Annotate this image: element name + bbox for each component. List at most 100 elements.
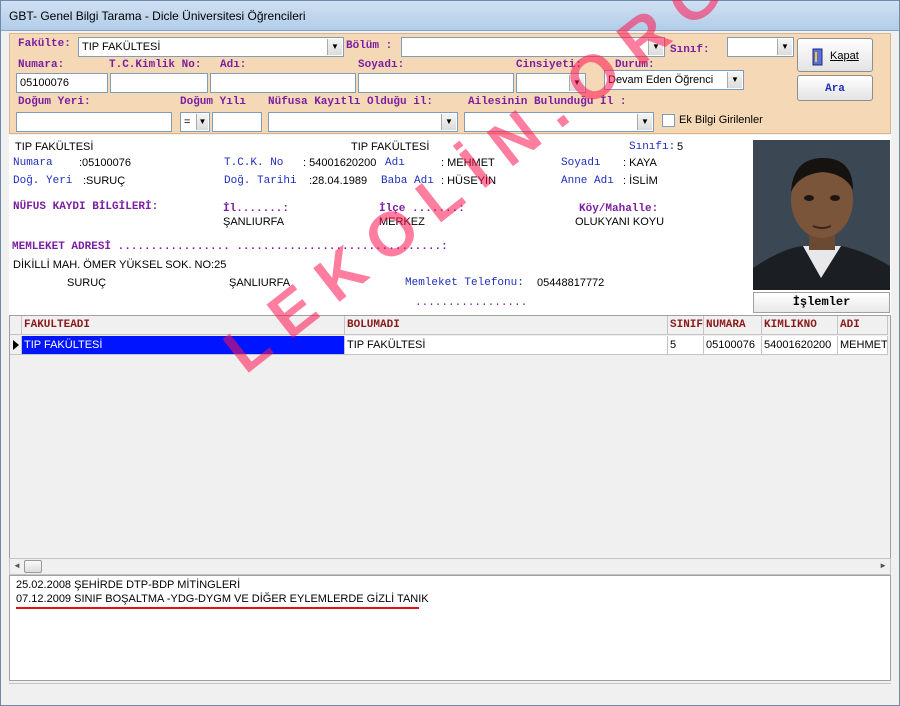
dog-yeri-info-value: :SURUÇ (83, 175, 126, 187)
student-info-panel: TIP FAKÜLTESİ TIP FAKÜLTESİ Sınıfı: 5 Nu… (9, 135, 891, 315)
scroll-right-icon[interactable]: ► (879, 561, 887, 570)
student-sinif-label: Sınıfı: (629, 141, 676, 153)
memleket-tel-value: 05448817772 (537, 277, 605, 289)
soyadi-field[interactable] (358, 73, 514, 93)
grid-header: FAKULTEADI BOLUMADI SINIF NUMARA KIMLIKN… (10, 316, 888, 335)
chevron-down-icon: ▼ (196, 114, 208, 130)
nufus-heading: NÜFUS KAYDI BİLGİLERİ: (13, 201, 159, 213)
results-grid: FAKULTEADI BOLUMADI SINIF NUMARA KIMLIKN… (9, 315, 891, 559)
ek-bilgi-label: Ek Bilgi Girilenler (679, 114, 763, 126)
chevron-down-icon: ▼ (327, 39, 342, 55)
adi-info-value: : MEHMET (441, 157, 495, 169)
column-header-kimlikno[interactable]: KIMLIKNO (762, 316, 838, 335)
dog-tarihi-info-label: Doğ. Tarihi (224, 175, 297, 187)
cinsiyeti-select[interactable]: ▼ (516, 73, 586, 93)
cell-sinif[interactable]: 5 (668, 336, 704, 355)
aile-il-label: Ailesinin Bulunduğu İl : (468, 96, 627, 108)
fakulte-select-value: TIP FAKÜLTESİ (82, 41, 161, 53)
dogum-yili-field[interactable] (212, 112, 262, 132)
tck-info-label: T.C.K. No (224, 157, 284, 169)
student-photo-image (753, 140, 890, 290)
numara-label: Numara: (18, 59, 65, 71)
soyadi-label: Soyadı: (358, 59, 405, 71)
chevron-down-icon: ▼ (648, 39, 663, 55)
chevron-down-icon: ▼ (441, 114, 456, 130)
student-photo (753, 140, 890, 290)
tck-info-value: : 54001620200 (303, 157, 377, 169)
table-row[interactable]: TIP FAKÜLTESİ TIP FAKÜLTESİ 5 05100076 5… (10, 336, 888, 355)
numara-info-value: :05100076 (79, 157, 131, 169)
islemler-button[interactable]: İşlemler (753, 292, 890, 313)
title-bar: GBT- Genel Bilgi Tarama - Dicle Üniversi… (1, 1, 899, 31)
fakulte-select[interactable]: TIP FAKÜLTESİ ▼ (78, 37, 344, 57)
cell-adi[interactable]: MEHMET (838, 336, 888, 355)
scrollbar-thumb[interactable] (24, 560, 42, 573)
cell-numara[interactable]: 05100076 (704, 336, 762, 355)
scroll-left-icon[interactable]: ◄ (13, 561, 21, 570)
dogum-yili-operator-value: = (184, 116, 191, 128)
ek-bilgi-checkbox[interactable] (662, 114, 675, 127)
door-exit-icon (812, 48, 823, 66)
memleket-tel-label: Memleket Telefonu: (405, 277, 524, 289)
kapat-button[interactable]: Kapat (797, 38, 873, 72)
column-header-sinif[interactable]: SINIF (668, 316, 704, 335)
bolum-label: Bölüm : (346, 40, 393, 52)
adi-info-label: Adı (385, 157, 405, 169)
nufus-ilce-info-label: İlçe .......: (379, 203, 465, 215)
ara-button[interactable]: Ara (797, 75, 873, 101)
chevron-down-icon: ▼ (727, 72, 742, 88)
column-header-fakulteadi[interactable]: FAKULTEADI (22, 316, 345, 335)
baba-info-value: : HÜSEYİN (441, 175, 497, 187)
student-bolum: TIP FAKÜLTESİ (351, 141, 430, 153)
window-title: GBT- Genel Bilgi Tarama - Dicle Üniversi… (9, 9, 306, 23)
column-header-numara[interactable]: NUMARA (704, 316, 762, 335)
tckimlik-label: T.C.Kimlik No: (109, 59, 202, 71)
nufus-il-select[interactable]: ▼ (268, 112, 458, 132)
memleket-tel-dots: ................. (415, 297, 528, 309)
adi-field[interactable] (210, 73, 356, 93)
nufus-il-info-value: ŞANLIURFA (223, 216, 285, 228)
tckimlik-field[interactable] (110, 73, 208, 93)
dogum-yeri-field[interactable] (16, 112, 172, 132)
memleket-ilce: SURUÇ (67, 277, 107, 289)
note-underline (16, 607, 419, 609)
column-header-bolumadi[interactable]: BOLUMADI (345, 316, 668, 335)
filter-panel: Fakülte: TIP FAKÜLTESİ ▼ Bölüm : ▼ Sınıf… (9, 33, 891, 134)
memleket-il: ŞANLIURFA (229, 277, 291, 289)
bolum-select[interactable]: ▼ (401, 37, 665, 57)
numara-info-label: Numara (13, 157, 53, 169)
status-bar (9, 683, 891, 701)
student-fakulte: TIP FAKÜLTESİ (15, 141, 94, 153)
horizontal-scrollbar[interactable]: ◄ ► (9, 558, 891, 575)
sinif-select[interactable]: ▼ (727, 37, 794, 57)
cell-kimlikno[interactable]: 54001620200 (762, 336, 838, 355)
numara-field[interactable]: 05100076 (16, 73, 108, 93)
aile-il-select[interactable]: ▼ (464, 112, 654, 132)
chevron-down-icon: ▼ (569, 75, 584, 91)
ara-button-label: Ara (825, 83, 845, 95)
column-header-adi[interactable]: ADI (838, 316, 888, 335)
notes-memo[interactable]: 25.02.2008 ŞEHİRDE DTP-BDP MİTİNGLERİ 07… (9, 575, 891, 681)
nufus-ilce-info-value: MERKEZ (379, 216, 425, 228)
row-indicator-icon (10, 336, 22, 355)
cell-fakulteadi[interactable]: TIP FAKÜLTESİ (22, 336, 345, 355)
cell-bolumadi[interactable]: TIP FAKÜLTESİ (345, 336, 668, 355)
note-line: 25.02.2008 ŞEHİRDE DTP-BDP MİTİNGLERİ (16, 579, 241, 591)
nufus-koy-info-label: Köy/Mahalle: (579, 203, 659, 215)
nufus-il-info-label: İl.......: (223, 203, 290, 215)
student-sinif: 5 (677, 141, 684, 153)
baba-info-label: Baba Adı (381, 175, 434, 187)
cinsiyeti-label: Cinsiyeti: (516, 59, 583, 71)
anne-info-value: : İSLİM (623, 175, 658, 187)
dogum-yili-operator-select[interactable]: = ▼ (180, 112, 210, 132)
dog-tarihi-info-value: :28.04.1989 (309, 175, 368, 187)
soyadi-info-value: : KAYA (623, 157, 657, 169)
chevron-down-icon: ▼ (637, 114, 652, 130)
durum-select[interactable]: Devam Eden Öğrenci ▼ (604, 70, 744, 90)
chevron-down-icon: ▼ (777, 39, 792, 55)
nufus-koy-info-value: OLUKYANI KOYU (575, 216, 665, 228)
soyadi-info-label: Soyadı (561, 157, 601, 169)
dogum-yili-label: Doğum Yılı (180, 96, 247, 108)
grid-indicator-header (10, 316, 22, 335)
sinif-label: Sınıf: (670, 44, 710, 56)
